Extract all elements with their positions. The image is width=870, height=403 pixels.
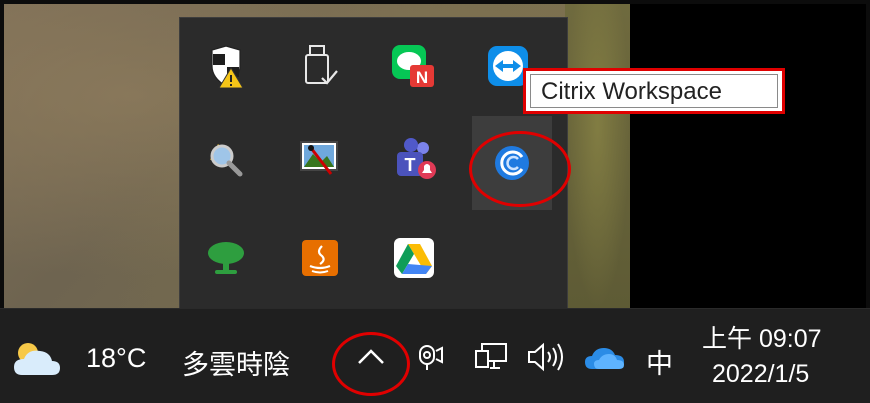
tooltip-text: Citrix Workspace	[530, 74, 778, 108]
taskbar: 18°C 多雲時陰 中 上午 09:07 2022/1/5	[0, 308, 870, 403]
clock-time[interactable]: 上午 09:07	[702, 319, 822, 355]
line-icon[interactable]: N	[368, 22, 460, 110]
svg-text:T: T	[405, 155, 416, 175]
teams-icon[interactable]: T	[368, 114, 460, 202]
green-tree-icon[interactable]	[180, 214, 272, 302]
windows-security-icon[interactable]	[180, 22, 272, 110]
desktop-background	[630, 4, 866, 308]
snipping-tool-icon[interactable]	[274, 114, 366, 202]
google-drive-icon[interactable]	[368, 214, 460, 302]
webcam-icon[interactable]	[416, 343, 444, 378]
weather-condition[interactable]: 多雲時陰	[182, 343, 290, 382]
weather-icon[interactable]	[10, 339, 64, 384]
svg-text:N: N	[416, 68, 428, 87]
highlight-ring-chevron	[332, 332, 410, 396]
java-update-icon[interactable]	[274, 214, 366, 302]
clock-date[interactable]: 2022/1/5	[712, 360, 809, 389]
magnifier-tool-icon[interactable]	[180, 114, 272, 202]
weather-temperature[interactable]: 18°C	[86, 343, 146, 374]
highlight-ring-citrix	[469, 131, 571, 207]
citrix-tooltip: Citrix Workspace	[523, 68, 785, 114]
volume-icon[interactable]	[526, 341, 566, 378]
usb-safely-remove-icon[interactable]	[274, 22, 366, 110]
network-icon[interactable]	[474, 341, 508, 378]
desktop-wallpaper-edge	[565, 4, 630, 308]
ime-indicator[interactable]: 中	[646, 342, 673, 381]
onedrive-icon[interactable]	[584, 345, 626, 376]
